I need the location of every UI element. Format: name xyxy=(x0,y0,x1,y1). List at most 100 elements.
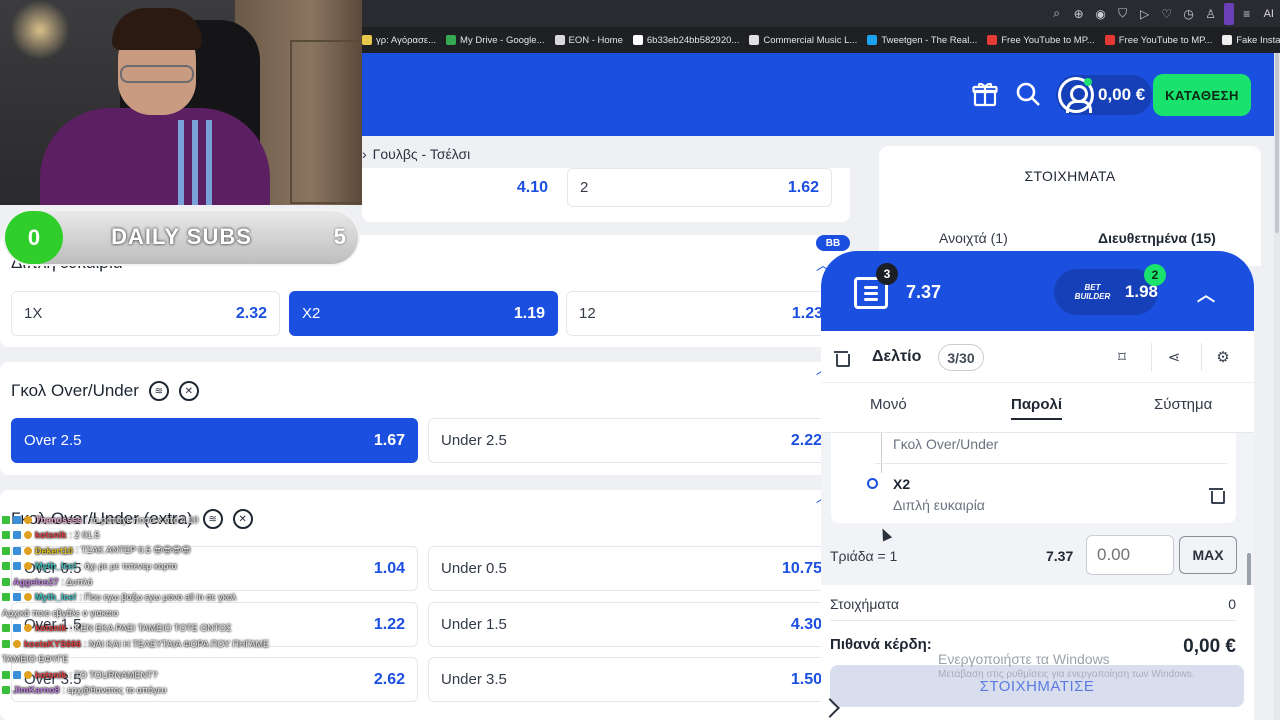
breadcrumb[interactable]: › Γουλβς - Τσέλσι xyxy=(362,146,470,162)
chat-message: kotsnik: 2 01.5 xyxy=(2,528,302,544)
bookmark[interactable]: Tweetgen - The Real... xyxy=(867,35,977,46)
cashout-icon[interactable]: ✕ xyxy=(178,381,199,401)
chevron-up-icon[interactable]: ︿ xyxy=(1197,281,1215,307)
badge-icon xyxy=(13,639,21,648)
odd-button[interactable]: Under 3.5 1.50 xyxy=(428,657,835,702)
bookmark-label: My Drive - Google... xyxy=(460,34,545,46)
bookmark-icon[interactable]: ⌑ xyxy=(1113,348,1131,366)
odd-label: 2 xyxy=(580,179,589,196)
trash-icon[interactable] xyxy=(834,349,850,367)
bookmark-label: γρ: Αγόρασε... xyxy=(376,34,437,46)
market-title-row: Γκολ Over/Under ≋ ✕ xyxy=(11,381,199,401)
badge-icon xyxy=(13,546,21,555)
chat-text: : ΤΟ TOURNAMENT? xyxy=(69,669,158,680)
page-scrollbar[interactable] xyxy=(1274,53,1280,720)
badge-icon xyxy=(2,593,10,602)
bookmark-label: Free YouTube to MP... xyxy=(1001,34,1095,46)
badge-icon xyxy=(13,531,21,540)
tab-open-bets[interactable]: Ανοιχτά (1) xyxy=(939,230,1008,246)
stream-chat-overlay: Thanossss: το ρατιαγε ποσο x στο 4.10 ko… xyxy=(2,512,302,698)
odd-button[interactable]: 1X 2.32 xyxy=(11,291,280,336)
zoom-icon[interactable]: ⊕ xyxy=(1070,5,1088,23)
notifications-icon[interactable]: ♙ xyxy=(1202,5,1220,23)
bookmark[interactable]: γρ: Αγόρασε... xyxy=(362,35,436,46)
camera-icon[interactable]: ◉ xyxy=(1092,5,1110,23)
jacket-stripe xyxy=(178,120,184,205)
match-name: Γουλβς - Τσέλσι xyxy=(372,146,471,162)
betslip-header[interactable]: 3 7.37 BET BUILDER 1.98 2 ︿ xyxy=(821,251,1254,331)
bookmark[interactable]: Commercial Music L... xyxy=(749,35,857,46)
chat-user: Myth_Ice! xyxy=(35,592,77,603)
odd-label: 12 xyxy=(579,305,596,322)
bookmark[interactable]: 6b33eb24bb582920... xyxy=(632,35,739,46)
odd-button[interactable]: Under 2.5 2.22 xyxy=(428,418,835,463)
profile-icon[interactable] xyxy=(1223,2,1234,25)
odd-button-selected[interactable]: X2 1.19 xyxy=(289,291,558,336)
chat-message: kostaKYS666: ΝΑΙ ΚΑΙ Η ΤΕΛΕΥΤΑΙΑ ΦΟΡΑ ΠΟ… xyxy=(2,636,302,652)
odd-button[interactable]: 12 1.23 xyxy=(566,291,836,336)
odd-label: Under 0.5 xyxy=(441,560,507,577)
bookmark[interactable]: EON - Home xyxy=(554,35,623,46)
clock-icon[interactable]: ◷ xyxy=(1180,5,1198,23)
share-icon[interactable]: ⋖ xyxy=(1165,348,1183,366)
selection-counter: 3/30 xyxy=(938,344,984,371)
page-icon xyxy=(632,35,643,45)
odd-value: 1.04 xyxy=(373,559,405,577)
odd-button-selected[interactable]: Over 2.5 1.67 xyxy=(11,418,418,463)
badge-icon xyxy=(2,624,10,633)
betslip-toolbar: Δελτίο 3/30 ⌑ ⋖ ⚙ xyxy=(821,331,1254,383)
goals-ou-panel: Γκολ Over/Under ≋ ✕ Over 2.5 1.67 Under … xyxy=(0,361,850,475)
odd-value: 1.62 xyxy=(787,178,819,196)
tab-single[interactable]: Μονό xyxy=(870,396,907,413)
badge-icon xyxy=(24,562,32,571)
match-result-panel: 4.10 2 1.62 xyxy=(362,168,850,222)
menu-icon[interactable]: ≡ xyxy=(1238,5,1256,23)
webcam-overlay xyxy=(0,0,362,205)
bookmark[interactable]: My Drive - Google... xyxy=(446,34,545,46)
key-icon[interactable]: ⌕ xyxy=(1048,5,1066,23)
divider xyxy=(1201,343,1202,371)
search-icon[interactable] xyxy=(1015,81,1041,107)
selection-market: Διπλή ευκαιρία xyxy=(893,497,985,513)
odd-label: Over 2.5 xyxy=(24,432,82,449)
market-title: Γκολ Over/Under xyxy=(11,381,139,400)
play-icon[interactable]: ▷ xyxy=(1136,5,1154,23)
odd-value: 10.75 xyxy=(781,559,822,577)
account-button[interactable]: 0,00 € xyxy=(1056,75,1152,115)
badge-icon xyxy=(13,515,21,524)
streamer-jacket xyxy=(40,108,270,205)
betslip-scrollbar[interactable] xyxy=(1247,553,1251,587)
heart-icon[interactable]: ♡ xyxy=(1158,5,1176,23)
stats-icon[interactable]: ≋ xyxy=(148,381,169,401)
deposit-button[interactable]: ΚΑΤΑΘΕΣΗ xyxy=(1153,74,1251,116)
odd-button[interactable]: Under 0.5 10.75 xyxy=(428,546,835,591)
badge-icon xyxy=(2,531,10,540)
youtube-icon xyxy=(987,35,998,45)
tab-parlay[interactable]: Παρολί xyxy=(1011,396,1063,420)
ai-button[interactable]: AI xyxy=(1260,8,1274,20)
chevron-right-icon: › xyxy=(362,146,367,162)
odd-button[interactable]: 4.10 xyxy=(362,168,560,207)
shield-icon[interactable]: ⛉ xyxy=(1114,5,1132,23)
stake-input[interactable] xyxy=(1086,535,1174,575)
tab-system[interactable]: Σύστημα xyxy=(1154,396,1212,413)
bookmark[interactable]: Free YouTube to MP... xyxy=(1104,35,1212,46)
chat-message: JimKarno8: ερχ@θανατος το απόγευ xyxy=(2,683,302,699)
chat-message: ΤΑΜΕΙΟ ΕΦΥΓΕ xyxy=(2,652,302,668)
trash-icon[interactable] xyxy=(1209,486,1225,504)
chat-user: kotsnik xyxy=(35,530,67,541)
odd-value: 1.19 xyxy=(513,304,545,322)
max-stake-button[interactable]: MAX xyxy=(1179,536,1237,574)
odd-button[interactable]: Under 1.5 4.30 xyxy=(428,602,835,647)
bookmark-label: Fake Instagram Post... xyxy=(1236,34,1280,46)
bet-builder-pill[interactable]: BET BUILDER 1.98 xyxy=(1054,269,1158,315)
bookmark[interactable]: Fake Instagram Post... xyxy=(1222,35,1280,46)
bookmark[interactable]: Free YouTube to MP... xyxy=(987,34,1095,46)
gift-icon[interactable] xyxy=(972,81,998,107)
odd-button[interactable]: 2 1.62 xyxy=(567,168,832,207)
bookmarks-bar: γρ: Αγόρασε... My Drive - Google... EON … xyxy=(360,27,1280,53)
chat-text: : 2 01.5 xyxy=(69,530,100,541)
subs-current: 0 xyxy=(5,211,63,264)
settings-gear-icon[interactable]: ⚙ xyxy=(1214,348,1232,366)
selections-count-badge: 3 xyxy=(876,263,898,285)
